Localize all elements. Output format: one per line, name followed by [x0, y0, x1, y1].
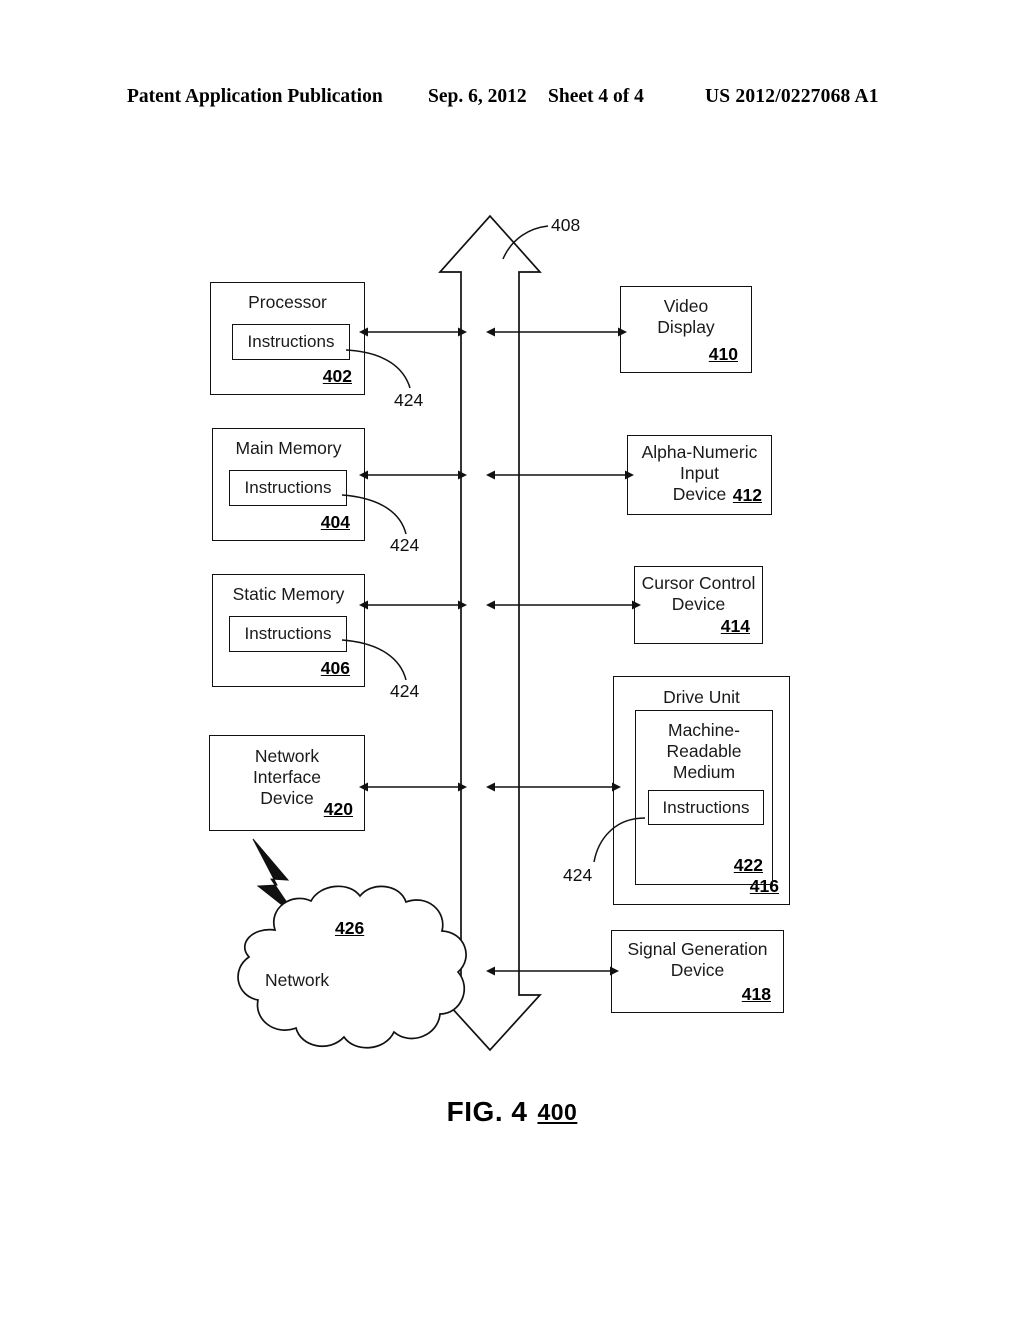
block-network-interface-ref: 420	[323, 799, 353, 819]
block-static-memory-title: Static Memory	[232, 584, 345, 604]
block-network-interface-line3: Device	[260, 788, 314, 808]
block-drive-unit-title: Drive Unit	[663, 687, 740, 707]
block-medium-instructions-label: Instructions	[662, 797, 750, 817]
block-main-memory-ref: 404	[320, 512, 350, 532]
block-network-interface-device[interactable]: Network Interface Device 420	[209, 735, 365, 831]
leader-label-424-processor: 424	[394, 390, 424, 410]
block-cursor-control-line1: Cursor Control	[641, 573, 756, 593]
block-medium-instructions[interactable]: Instructions	[648, 790, 764, 825]
block-drive-unit[interactable]: Drive Unit 416 Machine- Readable Medium …	[613, 676, 790, 905]
network-cloud-shape	[237, 885, 467, 1049]
block-processor-instructions-label: Instructions	[247, 332, 335, 351]
block-static-memory-instructions-label: Instructions	[244, 624, 332, 643]
block-signal-generation-device[interactable]: Signal Generation Device 418	[611, 930, 784, 1013]
block-main-memory[interactable]: Main Memory Instructions 404	[212, 428, 365, 541]
bus-ref-label: 408	[551, 215, 581, 235]
block-alpha-numeric-line3: Device	[672, 484, 727, 504]
block-signal-generation-ref: 418	[741, 984, 771, 1004]
block-alpha-numeric-line1: Alpha-Numeric	[641, 442, 758, 462]
network-cloud-ref: 426	[335, 918, 365, 938]
block-processor[interactable]: Processor Instructions 402	[210, 282, 365, 395]
block-video-display[interactable]: Video Display 410	[620, 286, 752, 373]
block-cursor-control-ref: 414	[720, 616, 750, 636]
block-network-interface-line1: Network	[254, 746, 320, 766]
block-static-memory[interactable]: Static Memory Instructions 406	[212, 574, 365, 687]
block-alpha-numeric-line2: Input	[680, 463, 719, 483]
block-static-memory-ref: 406	[320, 658, 350, 678]
leader-label-424-static-memory: 424	[390, 681, 420, 701]
block-main-memory-title: Main Memory	[235, 438, 342, 458]
figure-caption: FIG. 4 400	[0, 1096, 1024, 1128]
block-medium-line2: Readable	[666, 741, 742, 761]
block-video-display-line2: Display	[657, 317, 715, 337]
block-alpha-numeric-input-device[interactable]: Alpha-Numeric Input Device 412	[627, 435, 772, 515]
block-processor-ref: 402	[322, 366, 352, 386]
block-signal-generation-line2: Device	[670, 960, 725, 980]
block-processor-instructions[interactable]: Instructions	[232, 324, 350, 360]
figure-caption-text: FIG. 4	[446, 1096, 528, 1127]
block-main-memory-instructions[interactable]: Instructions	[229, 470, 347, 506]
leader-label-424-main-memory: 424	[390, 535, 420, 555]
block-machine-readable-medium[interactable]: Machine- Readable Medium Instructions 42…	[635, 710, 773, 885]
block-medium-line1: Machine-	[668, 720, 740, 740]
block-signal-generation-line1: Signal Generation	[627, 939, 768, 959]
block-video-display-ref: 410	[708, 344, 738, 364]
block-static-memory-instructions[interactable]: Instructions	[229, 616, 347, 652]
block-video-display-line1: Video	[663, 296, 709, 316]
network-cloud-label: Network	[265, 970, 330, 990]
block-medium-ref: 422	[733, 855, 763, 875]
block-processor-title: Processor	[248, 292, 327, 312]
system-bus-arrow	[438, 214, 542, 1052]
leader-label-424-medium-instructions: 424	[563, 865, 593, 885]
figure-caption-ref: 400	[537, 1099, 578, 1125]
block-main-memory-instructions-label: Instructions	[244, 478, 332, 497]
block-alpha-numeric-ref: 412	[732, 485, 762, 505]
block-medium-line3: Medium	[672, 762, 736, 782]
block-cursor-control-line2: Device	[671, 594, 726, 614]
block-cursor-control-device[interactable]: Cursor Control Device 414	[634, 566, 763, 644]
block-network-interface-line2: Interface	[252, 767, 322, 787]
